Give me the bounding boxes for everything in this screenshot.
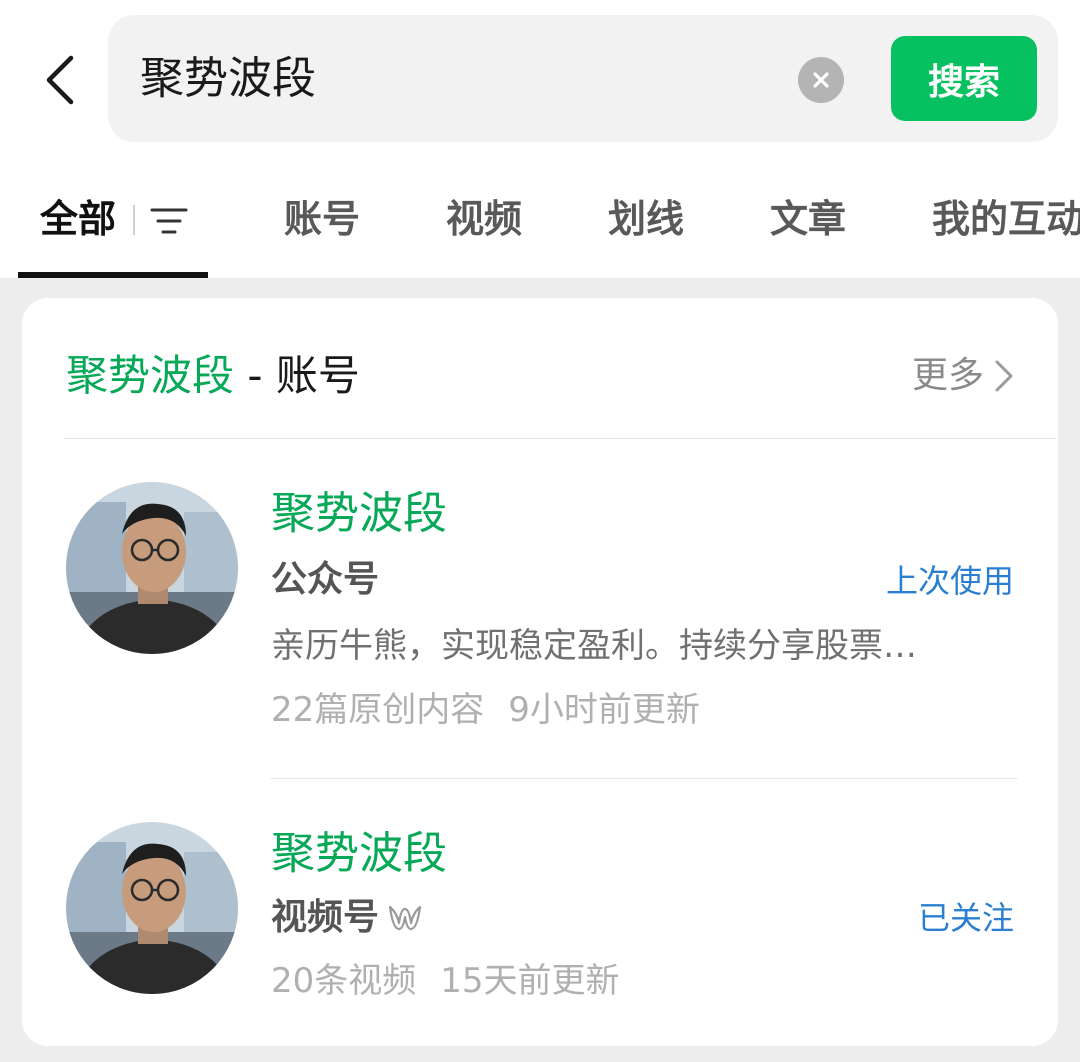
chevron-right-icon bbox=[995, 360, 1013, 392]
more-label: 更多 bbox=[911, 355, 984, 396]
search-button[interactable]: 搜索 bbox=[891, 36, 1037, 121]
follow-status[interactable]: 已关注 bbox=[918, 896, 1014, 940]
filter-icon[interactable] bbox=[150, 205, 188, 237]
avatar[interactable] bbox=[66, 822, 238, 994]
accounts-result-card: 聚势波段 - 账号 更多 聚势波段 公众号 上次使用 亲历牛熊，实现稳定盈利。持… bbox=[22, 298, 1058, 1046]
account-type: 视频号 bbox=[271, 895, 423, 941]
search-query-text: 聚势波段 bbox=[140, 53, 316, 104]
account-updated: 9小时前更新 bbox=[508, 690, 700, 730]
section-title: 聚势波段 - 账号 bbox=[66, 350, 360, 402]
tab-divider bbox=[133, 205, 135, 235]
account-video-count: 20条视频 bbox=[271, 961, 417, 1001]
active-tab-indicator bbox=[18, 272, 208, 278]
avatar[interactable] bbox=[66, 482, 238, 654]
tab-bar: 全部 账号 视频 划线 文章 我的互动 bbox=[0, 175, 1080, 275]
account-meta: 22篇原创内容 9小时前更新 bbox=[271, 687, 700, 733]
account-type-label: 视频号 bbox=[271, 897, 380, 938]
tab-all[interactable]: 全部 bbox=[40, 195, 116, 243]
section-keyword: 聚势波段 bbox=[66, 351, 235, 400]
top-bar: 聚势波段 搜索 全部 账号 视频 划线 文章 我的互动 bbox=[0, 0, 1080, 278]
chevron-left-icon bbox=[46, 55, 74, 105]
section-suffix: - 账号 bbox=[234, 351, 360, 400]
account-name: 聚势波段 bbox=[271, 488, 447, 539]
tab-articles[interactable]: 文章 bbox=[770, 195, 846, 243]
account-status: 上次使用 bbox=[885, 562, 1014, 600]
account-avatar-image bbox=[66, 822, 238, 994]
account-meta: 20条视频 15天前更新 bbox=[271, 958, 620, 1004]
account-name: 聚势波段 bbox=[271, 828, 447, 879]
account-type: 公众号 bbox=[271, 557, 379, 603]
channels-icon bbox=[388, 905, 422, 931]
close-icon bbox=[813, 72, 829, 88]
tab-accounts[interactable]: 账号 bbox=[284, 195, 360, 243]
back-button[interactable] bbox=[30, 50, 90, 110]
tab-highlights[interactable]: 划线 bbox=[608, 195, 684, 243]
divider bbox=[64, 438, 1056, 439]
tab-videos[interactable]: 视频 bbox=[446, 195, 522, 243]
account-article-count: 22篇原创内容 bbox=[271, 690, 485, 730]
account-type-label: 公众号 bbox=[271, 559, 380, 600]
tab-my-interactions[interactable]: 我的互动 bbox=[932, 195, 1080, 243]
divider bbox=[270, 778, 1018, 779]
more-button[interactable]: 更多 bbox=[912, 352, 1014, 400]
account-description: 亲历牛熊，实现稳定盈利。持续分享股票… bbox=[271, 626, 917, 666]
clear-search-button[interactable] bbox=[798, 57, 844, 103]
account-avatar-image bbox=[66, 482, 238, 654]
account-updated: 15天前更新 bbox=[440, 961, 620, 1001]
